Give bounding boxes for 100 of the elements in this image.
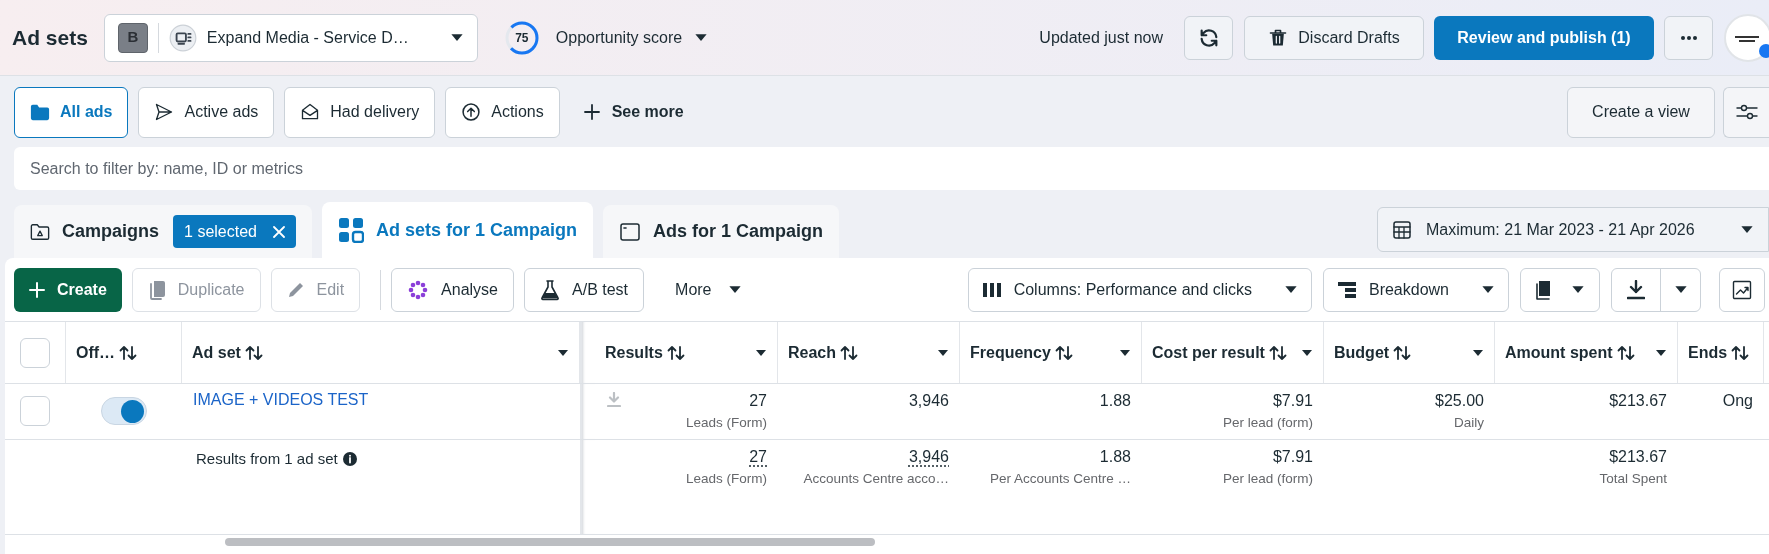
account-name: Expand Media - Service D… xyxy=(206,27,410,48)
filter-tab[interactable]: Actions xyxy=(445,86,560,138)
level-tab[interactable]: Ad sets for 1 Campaign xyxy=(321,202,593,258)
opportunity-label: Opportunity score xyxy=(555,27,683,48)
sort-icon xyxy=(1731,344,1749,361)
create-view-button[interactable]: Create a view xyxy=(1567,86,1715,138)
search-field[interactable]: Search to filter by: name, ID or metrics xyxy=(14,147,1769,190)
account-selector[interactable]: B Expand Media - Service D… xyxy=(103,13,478,62)
caret-icon xyxy=(1301,348,1313,357)
ad-set-link[interactable]: IMAGE + VIDEOS TEST xyxy=(193,391,369,408)
caret-icon xyxy=(755,348,767,357)
toolbar-button[interactable]: A/B test xyxy=(524,267,645,312)
download-icon xyxy=(1627,279,1645,300)
cell-subtext: Total Spent xyxy=(1599,470,1667,488)
copy-icon xyxy=(147,279,166,300)
flower-icon xyxy=(407,278,430,301)
opportunity-score-button[interactable]: 75 Opportunity score xyxy=(501,13,711,62)
caret-icon xyxy=(694,33,709,42)
chart-icon xyxy=(1732,279,1752,300)
column-header[interactable]: Budget xyxy=(1324,322,1495,383)
chart-button[interactable] xyxy=(1719,267,1765,312)
cell-value: 1.88 xyxy=(1099,447,1131,467)
cell-value: 3,946 xyxy=(908,391,949,411)
status-toggle[interactable] xyxy=(100,397,147,425)
select-all-checkbox[interactable] xyxy=(20,337,50,368)
discard-drafts-button[interactable]: Discard Drafts xyxy=(1244,15,1424,60)
filter-tab[interactable]: All ads xyxy=(14,86,129,138)
column-header[interactable]: Results xyxy=(595,322,778,383)
plus-icon xyxy=(29,281,45,298)
caret-icon xyxy=(1283,285,1298,294)
filter-tab[interactable]: Active ads xyxy=(138,86,275,138)
see-more-button[interactable]: See more xyxy=(575,86,692,138)
cell-subtext: Leads (Form) xyxy=(685,470,767,488)
score-value: 75 xyxy=(515,30,529,45)
page-icon xyxy=(168,23,197,52)
level-tab[interactable]: Ads for 1 Campaign xyxy=(603,205,840,258)
column-label: Frequency xyxy=(970,343,1051,363)
caret-icon xyxy=(557,348,569,357)
cell-subtext: Leads (Form) xyxy=(685,414,767,432)
filter-tab[interactable]: Had delivery xyxy=(284,86,436,138)
column-label: Budget xyxy=(1334,343,1390,363)
breakdown-icon xyxy=(1336,280,1357,299)
toolbar-button[interactable]: Analyse xyxy=(391,267,514,312)
column-header[interactable]: Amount spent xyxy=(1495,322,1678,383)
sort-icon xyxy=(119,344,138,361)
tab-label: Ad sets for 1 Campaign xyxy=(375,218,577,242)
toolbar-button[interactable]: Create xyxy=(14,267,122,312)
info-icon xyxy=(342,452,357,466)
horizontal-scrollbar[interactable] xyxy=(225,538,875,546)
columns-dropdown[interactable]: Columns: Performance and clicks xyxy=(967,267,1312,312)
column-header[interactable]: Frequency xyxy=(960,322,1142,383)
cell-value: $213.67 xyxy=(1609,447,1667,467)
caret-icon xyxy=(1481,285,1495,294)
column-header[interactable]: Ad set xyxy=(182,322,580,383)
settings-button[interactable] xyxy=(1723,86,1769,138)
refresh-button[interactable] xyxy=(1184,15,1233,60)
cell-value: $213.67 xyxy=(1609,391,1667,411)
caret-icon xyxy=(1655,348,1667,357)
column-header[interactable]: Cost per result xyxy=(1142,322,1324,383)
summary-label: Results from 1 ad set xyxy=(196,449,338,469)
caret-icon xyxy=(1740,225,1754,234)
score-ring-icon xyxy=(503,19,540,56)
caret-icon xyxy=(1472,348,1484,357)
columns-icon xyxy=(981,281,1002,298)
close-icon xyxy=(272,225,285,238)
column-header[interactable]: Reach xyxy=(778,322,960,383)
plus-icon xyxy=(583,104,600,120)
window-icon xyxy=(619,220,641,243)
folder-outline-icon xyxy=(30,222,50,241)
column-header[interactable]: Off… xyxy=(65,322,182,383)
cell-value: $25.00 xyxy=(1435,391,1484,411)
level-tab[interactable]: Campaigns 1 selected xyxy=(14,205,312,258)
cell-value: 3,946 xyxy=(908,447,949,467)
tab-label: Ads for 1 Campaign xyxy=(653,220,824,243)
sort-icon xyxy=(1393,344,1412,361)
sort-icon xyxy=(1616,344,1635,361)
reports-dropdown[interactable] xyxy=(1520,267,1600,312)
account-avatar[interactable] xyxy=(1723,12,1769,63)
review-and-publish-button[interactable]: Review and publish (1) xyxy=(1434,15,1654,60)
column-label: Reach xyxy=(788,343,837,363)
sort-icon xyxy=(666,344,685,361)
date-range-button[interactable]: Maximum: 21 Mar 2023 - 21 Apr 2026 xyxy=(1377,207,1769,252)
cell-subtext: Per Accounts Centre … xyxy=(989,470,1131,488)
column-header[interactable]: Ends xyxy=(1678,322,1764,383)
more-icon xyxy=(1679,34,1698,41)
cell-subtext: Per lead (form) xyxy=(1222,470,1313,488)
cell-value: $7.91 xyxy=(1272,391,1313,411)
row-checkbox[interactable] xyxy=(20,396,50,426)
caret-icon xyxy=(727,285,742,294)
envelope-icon xyxy=(300,102,321,122)
breakdown-dropdown[interactable]: Breakdown xyxy=(1322,267,1509,312)
caret-icon xyxy=(1571,285,1585,294)
column-label: Off… xyxy=(76,343,116,363)
cell-subtext: Accounts Centre acco… xyxy=(803,470,949,488)
selection-badge[interactable]: 1 selected xyxy=(173,215,296,248)
page-title: Ad sets xyxy=(12,24,88,51)
cell-subtext: Per lead (form) xyxy=(1222,414,1313,432)
cell-subtext: Daily xyxy=(1454,414,1484,432)
cell-value: 27 xyxy=(749,447,767,467)
column-label: Ends xyxy=(1688,343,1727,363)
